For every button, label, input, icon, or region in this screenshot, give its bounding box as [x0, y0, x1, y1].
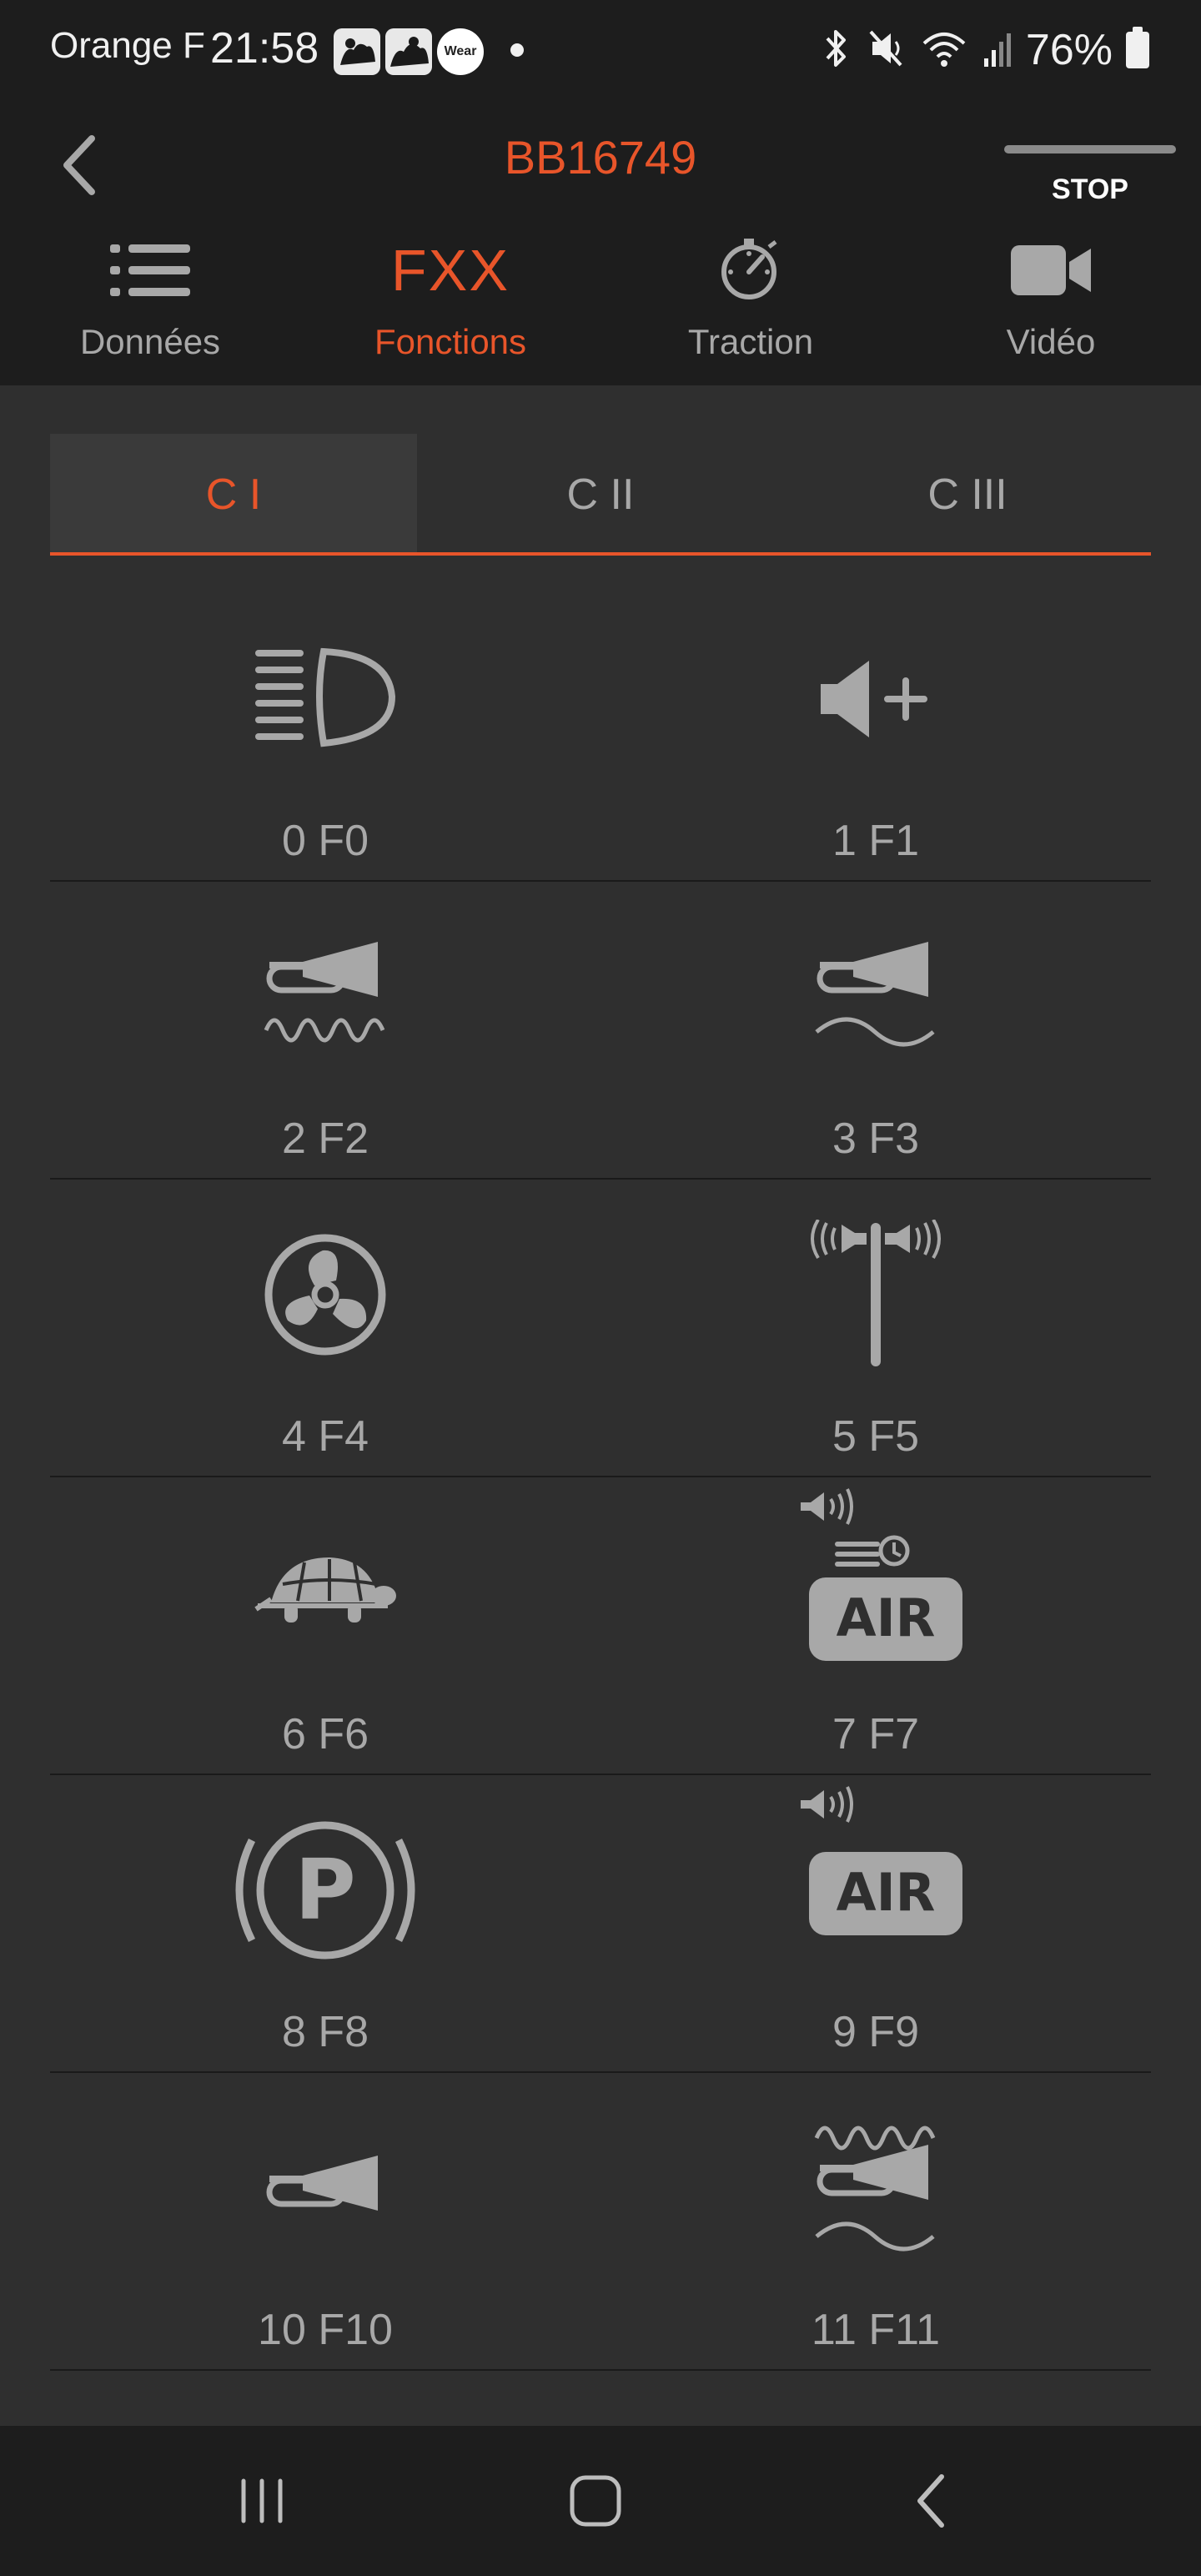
function-f0-button[interactable]: 0 F0 [50, 584, 600, 880]
function-f8-button[interactable]: P 8 F8 [50, 1775, 600, 2071]
stop-label: STOP [1052, 174, 1128, 205]
function-row: 4 F4 5 F5 [50, 1180, 1151, 1477]
main-tabs: Données FXX Fonctions Traction Vidéo [0, 225, 1201, 385]
battery-icon [1126, 27, 1149, 68]
cab-subtabs: C I C II C III [50, 434, 1151, 556]
wear-icon: Wear [437, 28, 484, 75]
fan-icon [50, 1220, 600, 1370]
battery-percentage: 76% [1025, 26, 1113, 74]
function-f7-button[interactable]: AIR 7 F7 [600, 1477, 1151, 1774]
function-f9-button[interactable]: AIR 9 F9 [600, 1775, 1151, 2071]
function-label: 3 F3 [832, 1114, 920, 1163]
pole-speakers-icon [600, 1220, 1151, 1370]
system-icons: 76% [819, 23, 1149, 77]
subtab-c3[interactable]: C III [784, 434, 1151, 556]
function-label: 11 F11 [811, 2306, 941, 2354]
function-row: 10 F10 11 F11 [50, 2073, 1151, 2371]
bluetooth-icon [819, 27, 852, 74]
function-row: 2 F2 3 F3 [50, 882, 1151, 1180]
subtab-c2[interactable]: C II [417, 434, 784, 556]
volume-up-icon [600, 624, 1151, 774]
svg-text:P: P [294, 1841, 355, 1939]
function-label: 2 F2 [281, 1114, 369, 1163]
subtab-c1[interactable]: C I [50, 434, 417, 556]
video-camera-icon [901, 229, 1201, 312]
tab-traction[interactable]: Traction [600, 225, 901, 385]
function-f11-button[interactable]: 11 F11 [600, 2073, 1151, 2369]
function-label: 9 F9 [832, 2008, 920, 2056]
function-label: 5 F5 [832, 1412, 920, 1461]
tab-label: Traction [687, 322, 814, 361]
home-icon [570, 2475, 621, 2527]
horn-double-icon [600, 2113, 1151, 2263]
parking-brake-icon: P [50, 1815, 600, 1965]
svg-text:AIR: AIR [837, 1587, 936, 1648]
function-label: 4 F4 [281, 1412, 369, 1461]
function-row: 0 F0 1 F1 [50, 584, 1151, 882]
tab-label: Fonctions [374, 322, 527, 361]
wifi-icon [919, 27, 969, 74]
more-notifications-dot [510, 43, 524, 57]
headlight-icon [50, 624, 600, 774]
subtab-underline [50, 552, 1151, 556]
function-row: P 8 F8 AIR 9 F9 [50, 1775, 1151, 2073]
svg-text:AIR: AIR [837, 1862, 936, 1923]
cat-photo-icon [385, 28, 432, 75]
turtle-icon [50, 1517, 600, 1668]
function-f3-button[interactable]: 3 F3 [600, 882, 1151, 1178]
clock: 21:58 [210, 24, 319, 73]
recent-apps-button[interactable] [212, 2459, 312, 2543]
function-f5-button[interactable]: 5 F5 [600, 1180, 1151, 1476]
stop-button[interactable]: STOP [1004, 145, 1176, 212]
horn-low-icon [600, 922, 1151, 1072]
tab-fonctions[interactable]: FXX Fonctions [300, 225, 600, 385]
function-label: 0 F0 [281, 817, 369, 865]
tab-donnees[interactable]: Données [0, 225, 300, 385]
home-button[interactable] [545, 2459, 646, 2543]
function-f10-button[interactable]: 10 F10 [50, 2073, 600, 2369]
back-nav-button[interactable] [882, 2459, 982, 2543]
function-f4-button[interactable]: 4 F4 [50, 1180, 600, 1476]
air-sound-icon: AIR [600, 1784, 1151, 1984]
tab-label: Vidéo [1006, 322, 1096, 361]
function-f6-button[interactable]: 6 F6 [50, 1477, 600, 1774]
function-label: 10 F10 [258, 2306, 393, 2354]
tab-label: Données [79, 322, 221, 361]
carrier-name: Orange F [50, 25, 205, 66]
function-label: 8 F8 [281, 2008, 369, 2056]
horn-icon [50, 2113, 600, 2263]
function-label: 6 F6 [281, 1710, 369, 1758]
function-f1-button[interactable]: 1 F1 [600, 584, 1151, 880]
recent-apps-icon [241, 2478, 283, 2523]
air-timed-sound-icon: AIR [600, 1486, 1151, 1686]
signal-icon [982, 27, 1013, 74]
function-label: 1 F1 [832, 817, 920, 865]
status-bar: Orange F 21:58 Wear 76% [0, 0, 1201, 100]
tab-video[interactable]: Vidéo [901, 225, 1201, 385]
horn-high-icon [50, 922, 600, 1072]
system-nav-bar [0, 2426, 1201, 2576]
stop-indicator-bar [1004, 145, 1176, 153]
cat-photo-icon [334, 28, 380, 75]
function-f2-button[interactable]: 2 F2 [50, 882, 600, 1178]
function-grid: 0 F0 1 F1 2 F2 3 F3 4 F4 5 F5 6 F6 AIR 7… [50, 584, 1151, 2371]
function-row: 6 F6 AIR 7 F7 [50, 1477, 1151, 1775]
vibrate-mute-icon [866, 27, 906, 74]
function-label: 7 F7 [832, 1710, 920, 1758]
speedometer-icon [600, 229, 901, 312]
app-header: BB16749 STOP Données FXX Fonctions Tract… [0, 100, 1201, 385]
fxx-icon: FXX [390, 238, 510, 303]
back-icon [917, 2474, 944, 2528]
list-icon [0, 229, 300, 312]
